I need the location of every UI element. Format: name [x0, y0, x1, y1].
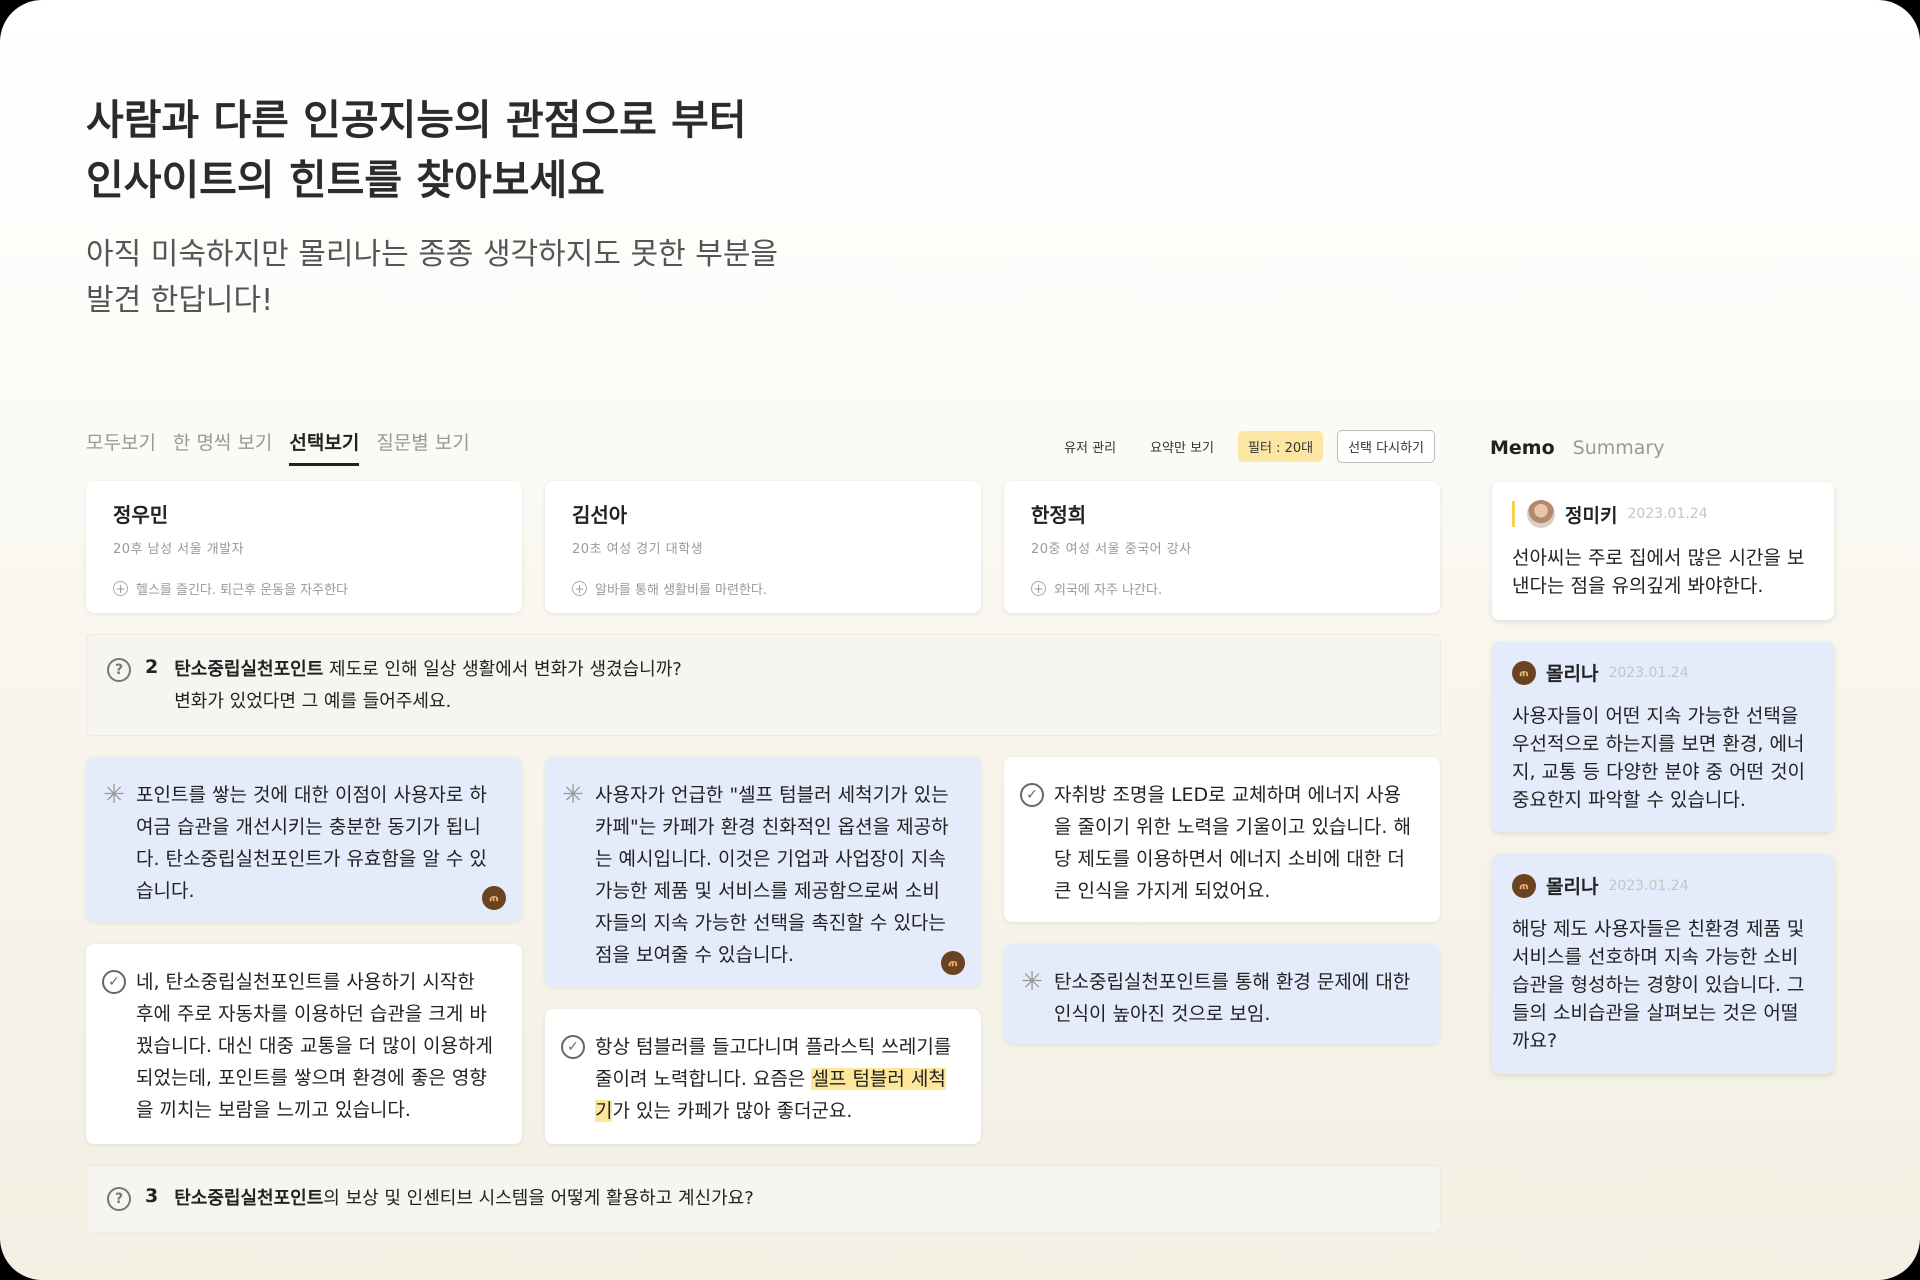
memo-header: ጠ 몰리나 2023.01.24: [1512, 659, 1814, 686]
tab-view-by-question[interactable]: 질문별 보기: [376, 428, 469, 466]
memo-body: 해당 제도 사용자들은 친환경 제품 및 서비스를 선호하며 지속 가능한 소비…: [1512, 918, 1805, 1052]
person-note-text: 외국에 자주 나간다.: [1054, 583, 1163, 598]
molly-logo-icon: ጠ: [1512, 873, 1536, 898]
answer-text-part: 가 있는 카페가 많아 좋더군요.: [612, 1100, 853, 1122]
person-note: + 알바를 통해 생활비를 마련한다.: [572, 579, 954, 598]
memo-author: 정미키: [1565, 504, 1618, 527]
avatar: [1527, 500, 1555, 528]
toolbar: 유저 관리 요약만 보기 필터 : 20대 선택 다시하기: [1054, 430, 1435, 463]
check-circle-icon: ✓: [1020, 783, 1044, 807]
question-row[interactable]: ? 2 탄소중립실천포인트 제도로 인해 일상 생활에서 변화가 생겼습니까? …: [86, 634, 1441, 736]
person-meta: 20후 남성 서울 개발자: [113, 542, 245, 557]
user-manage-button[interactable]: 유저 관리: [1054, 431, 1126, 462]
tab-memo[interactable]: Memo: [1490, 437, 1555, 459]
person-meta: 20초 여성 경기 대학생: [572, 542, 704, 557]
answer-text: 포인트를 쌓는 것에 대한 이점이 사용자로 하여금 습관을 개선시키는 충분한…: [136, 784, 487, 902]
user-answer-card[interactable]: ✓ 네, 탄소중립실천포인트를 사용하기 시작한 후에 주로 자동차를 이용하던…: [86, 944, 522, 1144]
molly-logo-icon: ጠ: [1512, 660, 1536, 685]
answer-text: 자취방 조명을 LED로 교체하며 에너지 사용을 줄이기 위한 노력을 기울이…: [1054, 784, 1411, 902]
memo-card[interactable]: ጠ 몰리나 2023.01.24 사용자들이 어떤 지속 가능한 선택을 우선적…: [1492, 641, 1834, 832]
person-name: 정우민: [113, 503, 169, 527]
tab-view-one-by-one[interactable]: 한 명씩 보기: [173, 428, 272, 466]
loading-spark-icon: ✳: [103, 780, 125, 810]
page-subtitle: 아직 미숙하지만 몰리나는 종종 생각하지도 못한 부분을 발견 한답니다!: [86, 232, 778, 324]
question-circle-icon: ?: [107, 1187, 131, 1211]
page-subtitle-line-2: 발견 한답니다!: [86, 283, 274, 318]
memo-accent-bar: [1512, 501, 1515, 527]
page-title: 사람과 다른 인공지능의 관점으로 부터 인사이트의 힌트를 찾아보세요: [86, 90, 747, 210]
person-name: 한정희: [1031, 503, 1087, 527]
answer-text: 네, 탄소중립실천포인트를 사용하기 시작한 후에 주로 자동차를 이용하던 습…: [136, 971, 493, 1121]
filter-chip[interactable]: 필터 : 20대: [1238, 431, 1324, 462]
reset-selection-button[interactable]: 선택 다시하기: [1337, 430, 1435, 463]
question-keyword: 탄소중립실천포인트: [174, 659, 324, 680]
memo-header: ጠ 몰리나 2023.01.24: [1512, 872, 1814, 899]
question-keyword: 탄소중립실천포인트: [174, 1188, 324, 1209]
memo-date: 2023.01.24: [1608, 664, 1689, 681]
ai-answer-card[interactable]: ✳ 포인트를 쌓는 것에 대한 이점이 사용자로 하여금 습관을 개선시키는 충…: [86, 757, 522, 922]
question-text: 탄소중립실천포인트 제도로 인해 일상 생활에서 변화가 생겼습니까? 변화가 …: [174, 654, 682, 718]
question-body: 의 보상 및 인센티브 시스템을 어떻게 활용하고 계신가요?: [323, 1188, 754, 1209]
memo-date: 2023.01.24: [1608, 877, 1689, 894]
question-body-line-2: 변화가 있었다면 그 예를 들어주세요.: [174, 691, 452, 712]
answer-text: 사용자가 언급한 "셀프 텀블러 세척기가 있는 카페"는 카페가 환경 친화적…: [595, 784, 949, 966]
person-note: + 외국에 자주 나간다.: [1031, 579, 1413, 598]
molly-logo-icon: ጠ: [482, 886, 506, 910]
ai-answer-card[interactable]: ✳ 사용자가 언급한 "셀프 텀블러 세척기가 있는 카페"는 카페가 환경 친…: [545, 757, 981, 987]
memo-body: 선아씨는 주로 집에서 많은 시간을 보낸다는 점을 유의깊게 봐야한다.: [1512, 547, 1805, 597]
plus-circle-icon[interactable]: +: [572, 581, 587, 596]
loading-spark-icon: ✳: [562, 780, 584, 810]
tab-summary[interactable]: Summary: [1573, 437, 1665, 459]
memo-header: 정미키 2023.01.24: [1512, 500, 1814, 528]
person-card[interactable]: 한정희 20중 여성 서울 중국어 강사 + 외국에 자주 나간다.: [1004, 481, 1440, 613]
memo-date: 2023.01.24: [1627, 506, 1708, 522]
question-body: 제도로 인해 일상 생활에서 변화가 생겼습니까?: [323, 659, 682, 680]
person-note-text: 알바를 통해 생활비를 마련한다.: [595, 583, 768, 598]
view-tabs: 모두보기 한 명씩 보기 선택보기 질문별 보기: [86, 428, 470, 466]
question-circle-icon: ?: [107, 658, 131, 682]
check-circle-icon: ✓: [561, 1035, 585, 1059]
tab-view-all[interactable]: 모두보기: [86, 428, 156, 466]
loading-spark-icon: ✳: [1021, 967, 1043, 997]
person-meta: 20중 여성 서울 중국어 강사: [1031, 542, 1192, 557]
question-number: 2: [145, 656, 159, 678]
answer-text: 항상 텀블러를 들고다니며 플라스틱 쓰레기를 줄이려 노력합니다. 요즘은 셀…: [595, 1031, 957, 1127]
summary-only-button[interactable]: 요약만 보기: [1140, 431, 1224, 462]
memo-body: 사용자들이 어떤 지속 가능한 선택을 우선적으로 하는지를 보면 환경, 에너…: [1512, 705, 1806, 811]
question-text: 탄소중립실천포인트의 보상 및 인센티브 시스템을 어떻게 활용하고 계신가요?: [174, 1183, 754, 1215]
ai-answer-card[interactable]: ✳ 탄소중립실천포인트를 통해 환경 문제에 대한 인식이 높아진 것으로 보임…: [1004, 944, 1440, 1044]
molly-logo-icon: ጠ: [941, 951, 965, 975]
memo-card[interactable]: ጠ 몰리나 2023.01.24 해당 제도 사용자들은 친환경 제품 및 서비…: [1492, 854, 1834, 1074]
person-card[interactable]: 김선아 20초 여성 경기 대학생 + 알바를 통해 생활비를 마련한다.: [545, 481, 981, 613]
plus-circle-icon[interactable]: +: [1031, 581, 1046, 596]
person-note-text: 헬스를 즐긴다. 퇴근후 운동을 자주한다: [136, 583, 349, 598]
person-name: 김선아: [572, 503, 628, 527]
answer-text: 탄소중립실천포인트를 통해 환경 문제에 대한 인식이 높아진 것으로 보임.: [1054, 971, 1411, 1025]
user-answer-card[interactable]: ✓ 항상 텀블러를 들고다니며 플라스틱 쓰레기를 줄이려 노력합니다. 요즘은…: [545, 1009, 981, 1144]
plus-circle-icon[interactable]: +: [113, 581, 128, 596]
question-row[interactable]: ? 3 탄소중립실천포인트의 보상 및 인센티브 시스템을 어떻게 활용하고 계…: [86, 1165, 1441, 1233]
side-panel-tabs: Memo Summary: [1490, 437, 1664, 459]
page-subtitle-line-1: 아직 미숙하지만 몰리나는 종종 생각하지도 못한 부분을: [86, 237, 779, 272]
check-circle-icon: ✓: [102, 970, 126, 994]
app-window: 사람과 다른 인공지능의 관점으로 부터 인사이트의 힌트를 찾아보세요 아직 …: [0, 0, 1920, 1280]
memo-card[interactable]: 정미키 2023.01.24 선아씨는 주로 집에서 많은 시간을 보낸다는 점…: [1492, 482, 1834, 620]
memo-author: 몰리나: [1546, 663, 1599, 685]
person-note: + 헬스를 즐긴다. 퇴근후 운동을 자주한다: [113, 579, 495, 598]
user-answer-card[interactable]: ✓ 자취방 조명을 LED로 교체하며 에너지 사용을 줄이기 위한 노력을 기…: [1004, 757, 1440, 922]
page-title-line-1: 사람과 다른 인공지능의 관점으로 부터: [86, 96, 747, 144]
memo-author: 몰리나: [1546, 876, 1599, 898]
person-card[interactable]: 정우민 20후 남성 서울 개발자 + 헬스를 즐긴다. 퇴근후 운동을 자주한…: [86, 481, 522, 613]
tab-view-selected[interactable]: 선택보기: [289, 428, 360, 466]
page-title-line-2: 인사이트의 힌트를 찾아보세요: [86, 156, 605, 204]
question-number: 3: [145, 1185, 159, 1207]
